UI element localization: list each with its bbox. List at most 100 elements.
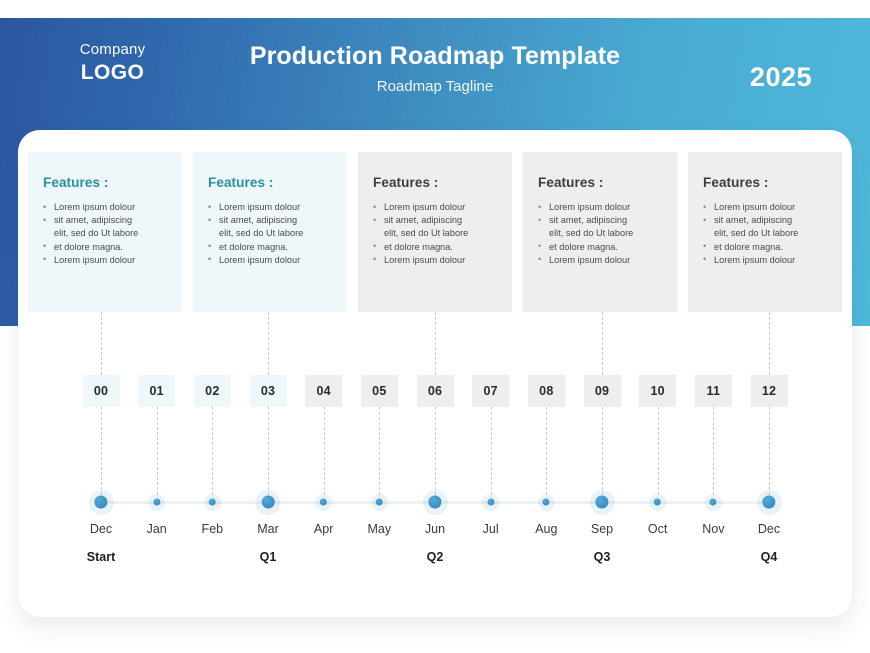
timeline-dot bbox=[375, 498, 383, 506]
chip-to-dot-connector bbox=[435, 407, 436, 495]
feature-bullet: elit, sed do Ut labore bbox=[219, 228, 304, 239]
feature-bullet: sit amet, adipiscing bbox=[206, 214, 334, 227]
card-to-chip-connector bbox=[101, 312, 102, 375]
card-to-chip-connector bbox=[769, 312, 770, 375]
timeline-dot-wrap bbox=[702, 490, 724, 515]
feature-bullet: Lorem ipsum dolour bbox=[536, 200, 664, 214]
number-chip: 06 bbox=[416, 375, 454, 407]
month-label: Jan bbox=[146, 522, 167, 536]
timeline-dot-wrap bbox=[147, 490, 167, 515]
number-chip: 05 bbox=[360, 375, 398, 407]
timeline-dot bbox=[762, 495, 776, 509]
feature-bullet: Lorem ipsum dolour bbox=[371, 200, 499, 214]
feature-bullet: Lorem ipsum dolour bbox=[701, 200, 829, 214]
timeline-node: Oct bbox=[648, 490, 667, 538]
feature-bullet: Lorem ipsum dolour bbox=[41, 253, 169, 267]
chip-to-dot-connector bbox=[101, 407, 102, 495]
feature-card-title: Features : bbox=[208, 175, 274, 190]
number-chip: 09 bbox=[583, 375, 621, 407]
timeline-dot-wrap bbox=[425, 490, 445, 515]
month-label: Mar bbox=[257, 522, 279, 536]
month-label: Dec bbox=[89, 522, 113, 536]
timeline-dot bbox=[94, 495, 108, 509]
feature-bullet: sit amet, adipiscing bbox=[536, 214, 664, 227]
feature-bullet-list: Lorem ipsum doloursit amet, adipiscingel… bbox=[701, 200, 829, 267]
timeline-dot bbox=[709, 498, 717, 506]
timeline-dot bbox=[153, 498, 161, 506]
quarter-label: Q3 bbox=[593, 550, 611, 564]
timeline: Dec Jan Feb Mar Apr May Jun Jul Aug Sep Oct Nov Dec … bbox=[18, 490, 852, 610]
timeline-node: Dec bbox=[758, 490, 780, 538]
feature-bullet: elit, sed do Ut labore bbox=[384, 228, 469, 239]
month-label: Aug bbox=[535, 522, 558, 536]
feature-bullet: Lorem ipsum dolour bbox=[206, 200, 334, 214]
feature-card-title: Features : bbox=[373, 175, 439, 190]
feature-card-title: Features : bbox=[538, 175, 604, 190]
feature-card: Features :Lorem ipsum doloursit amet, ad… bbox=[193, 152, 347, 312]
quarter-labels: Start Q1 Q2 Q3 Q4 bbox=[18, 550, 852, 574]
timeline-dot bbox=[487, 498, 495, 506]
number-chip: 03 bbox=[249, 375, 287, 407]
feature-bullet-list: Lorem ipsum doloursit amet, adipiscingel… bbox=[371, 200, 499, 267]
month-label: Sep bbox=[590, 522, 614, 536]
feature-card: Features :Lorem ipsum doloursit amet, ad… bbox=[688, 152, 842, 312]
timeline-dot-wrap bbox=[591, 490, 613, 515]
logo-name-text: LOGO bbox=[80, 61, 145, 84]
month-label: Jul bbox=[482, 522, 499, 536]
roadmap-slide: Company LOGO Production Roadmap Template… bbox=[0, 0, 870, 653]
feature-card: Features :Lorem ipsum doloursit amet, ad… bbox=[28, 152, 182, 312]
timeline-dot-wrap bbox=[257, 490, 279, 515]
feature-bullet: sit amet, adipiscing bbox=[41, 214, 169, 227]
feature-bullet: Lorem ipsum dolour bbox=[701, 253, 829, 267]
feature-bullet: Lorem ipsum dolour bbox=[536, 253, 664, 267]
timeline-dot bbox=[261, 495, 275, 509]
feature-bullet: et dolore magna. bbox=[701, 240, 829, 254]
timeline-node: Jan bbox=[147, 490, 167, 538]
quarter-label: Q2 bbox=[426, 550, 444, 564]
feature-bullet-list: Lorem ipsum doloursit amet, adipiscingel… bbox=[206, 200, 334, 267]
quarter-label: Q4 bbox=[760, 550, 778, 564]
timeline-node: Apr bbox=[314, 490, 333, 538]
month-label: Oct bbox=[647, 522, 668, 536]
timeline-dot-wrap bbox=[535, 490, 557, 515]
feature-bullet: elit, sed do Ut labore bbox=[714, 228, 799, 239]
chip-to-dot-connector bbox=[323, 407, 325, 495]
number-chip: 01 bbox=[138, 375, 176, 407]
timeline-node: Dec bbox=[90, 490, 112, 538]
quarter-label: Q1 bbox=[259, 550, 277, 564]
chip-to-dot-connector bbox=[156, 407, 158, 495]
chip-to-dot-connector bbox=[268, 407, 269, 495]
month-label: Jun bbox=[424, 522, 446, 536]
feature-bullet: Lorem ipsum dolour bbox=[206, 253, 334, 267]
month-label: Feb bbox=[201, 522, 224, 536]
timeline-dot bbox=[542, 498, 550, 506]
logo-company-text: Company bbox=[79, 41, 146, 58]
chip-to-dot-connector bbox=[769, 407, 770, 495]
feature-bullet: et dolore magna. bbox=[206, 240, 334, 254]
month-label: Nov bbox=[702, 522, 725, 536]
company-logo: Company LOGO bbox=[55, 40, 170, 86]
feature-bullet: Lorem ipsum dolour bbox=[371, 253, 499, 267]
chip-to-dot-connector bbox=[490, 407, 492, 495]
feature-bullet: et dolore magna. bbox=[371, 240, 499, 254]
number-chips: 00 01 02 03 04 05 06 07 08 09 10 11 12 bbox=[18, 375, 852, 407]
timeline-dot bbox=[208, 498, 216, 506]
card-to-chip-connector bbox=[268, 312, 269, 375]
chip-to-dot-connector bbox=[212, 407, 214, 495]
number-chip: 02 bbox=[193, 375, 231, 407]
card-to-chip-connector bbox=[435, 312, 436, 375]
feature-bullet-list: Lorem ipsum doloursit amet, adipiscingel… bbox=[536, 200, 664, 267]
number-chip: 08 bbox=[527, 375, 565, 407]
timeline-dot-wrap bbox=[483, 490, 499, 515]
year-label: 2025 bbox=[749, 62, 812, 92]
month-label: May bbox=[367, 522, 392, 536]
timeline-dot-wrap bbox=[758, 490, 780, 515]
timeline-node: Nov bbox=[702, 490, 724, 538]
card-to-chip-connector bbox=[602, 312, 603, 375]
timeline-node: Sep bbox=[591, 490, 613, 538]
feature-card: Features : Lorem ipsum doloursit amet, ad… bbox=[358, 152, 512, 312]
feature-bullet: elit, sed do Ut labore bbox=[549, 228, 634, 239]
feature-bullet: sit amet, adipiscing bbox=[701, 214, 829, 227]
number-chip: 12 bbox=[750, 375, 788, 407]
title-block: Production Roadmap Template Roadmap Tagl… bbox=[200, 40, 670, 98]
